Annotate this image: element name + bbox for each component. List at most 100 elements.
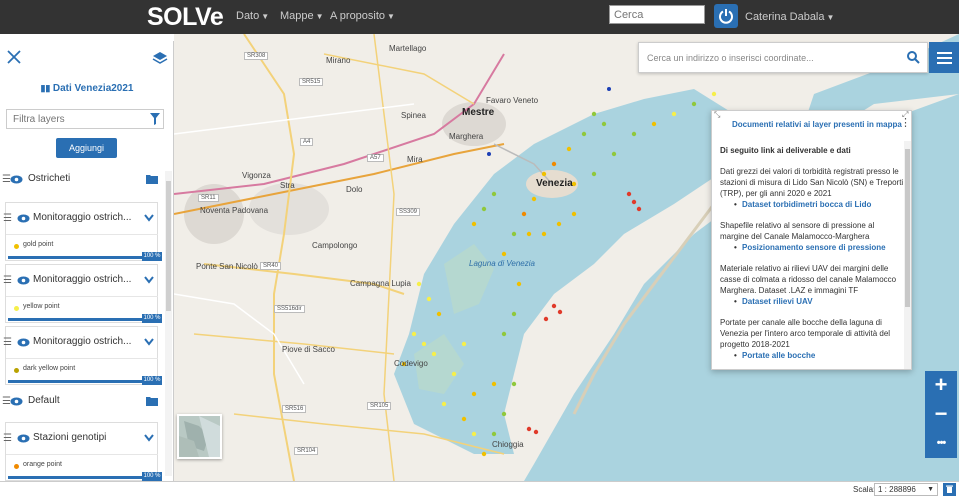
legend-swatch <box>14 244 19 249</box>
legend-label: gold point <box>23 241 54 248</box>
layer-item[interactable]: ☰ Stazioni genotipi orange point 100 % <box>3 422 162 481</box>
chevron-down-icon[interactable] <box>144 276 154 284</box>
chevron-down-icon: ▼ <box>927 486 934 493</box>
place-label: Ponte San Nicolò <box>196 262 258 271</box>
close-icon[interactable] <box>6 49 22 65</box>
drag-handle-icon[interactable]: ☰ <box>3 433 12 444</box>
opacity-slider[interactable] <box>8 476 146 479</box>
scrollbar-thumb[interactable] <box>905 149 910 307</box>
chevron-down-icon: ▼ <box>826 13 835 22</box>
zoom-out-button[interactable]: − <box>925 400 957 429</box>
place-label: Favaro Veneto <box>486 96 539 105</box>
scale-select[interactable]: 1 : 288896 ▼ <box>874 483 938 496</box>
scale-value: 1 : 288896 <box>878 485 916 494</box>
address-search-input[interactable]: Cerca un indirizzo o inserisci coordinat… <box>638 42 928 73</box>
filter-layers-input[interactable] <box>6 109 164 129</box>
opacity-slider[interactable] <box>8 318 146 321</box>
sidebar-scrollbar[interactable] <box>165 171 172 476</box>
layer-item[interactable]: ☰ Monitoraggio ostrich... dark yellow po… <box>3 326 162 385</box>
filter-icon[interactable] <box>150 113 160 125</box>
document-description: Dati grezzi dei valori di torbidità regi… <box>720 167 904 198</box>
chart-icon: ▮▮ <box>40 83 53 93</box>
lagoon-label: Laguna di Venezia <box>469 259 535 268</box>
background-switcher[interactable] <box>177 414 222 459</box>
menu-icon-bar <box>936 61 952 64</box>
folder-icon[interactable] <box>146 174 158 184</box>
document-link[interactable]: Dataset rilievi UAV <box>720 296 905 307</box>
top-search-input[interactable] <box>609 5 705 24</box>
document-link[interactable]: Portate alle bocche <box>720 350 905 361</box>
chevron-down-icon[interactable] <box>144 214 154 222</box>
chevron-down-icon[interactable] <box>144 434 154 442</box>
drag-handle-icon[interactable]: ☰ <box>3 275 12 286</box>
eye-icon[interactable] <box>17 338 30 347</box>
chevron-down-icon[interactable] <box>144 338 154 346</box>
eye-icon[interactable] <box>17 276 30 285</box>
layer-group-default[interactable]: ☰ Default <box>0 391 166 413</box>
nav-dato[interactable]: Dato ▼ <box>236 10 269 22</box>
layer-item[interactable]: ☰ Monitoraggio ostrich... yellow point 1… <box>3 264 162 323</box>
menu-icon-bar <box>936 51 952 54</box>
layers-icon[interactable] <box>152 50 168 66</box>
legend-swatch <box>14 464 19 469</box>
layer-item[interactable]: ☰ Monitoraggio ostrich... gold point 100… <box>3 202 162 261</box>
eye-icon[interactable] <box>10 175 23 184</box>
login-power-button[interactable] <box>714 4 738 28</box>
place-label: Venezia <box>536 178 573 189</box>
divider <box>6 296 158 297</box>
place-label: Mira <box>407 155 423 164</box>
layer-group-ostricheti[interactable]: ☰ Ostricheti <box>0 169 166 191</box>
scrollbar-thumb[interactable] <box>166 181 171 311</box>
map-title: ▮▮ Dati Venezia2021 <box>0 83 174 94</box>
documents-heading: Di seguito link ai deliverable e dati <box>720 146 851 155</box>
document-link[interactable]: Posizionamento sensore di pressione <box>720 242 905 253</box>
satellite-thumbnail <box>179 416 220 457</box>
nav-a-proposito-label: A proposito <box>330 10 386 22</box>
document-description: Shapefile relativo al sensore di pressio… <box>720 221 875 241</box>
nav-a-proposito[interactable]: A proposito ▼ <box>330 10 395 22</box>
road-label: SR105 <box>367 402 392 410</box>
layers-sidebar: ▮▮ Dati Venezia2021 Aggiungi Livello ☰ O… <box>0 41 174 481</box>
documents-scrollbar[interactable] <box>904 141 911 369</box>
chevron-down-icon: ▼ <box>387 12 395 21</box>
more-vertical-icon[interactable]: ⋮ <box>900 116 911 129</box>
road-label: SS309 <box>396 208 421 216</box>
address-search-placeholder: Cerca un indirizzo o inserisci coordinat… <box>647 53 814 63</box>
divider <box>6 358 158 359</box>
legend-label: dark yellow point <box>23 365 76 372</box>
power-icon <box>719 9 733 24</box>
zoom-in-button[interactable]: + <box>925 371 957 400</box>
place-label: Dolo <box>346 185 363 194</box>
eye-icon[interactable] <box>10 397 23 406</box>
resize-icon[interactable]: ⤡ <box>714 111 720 120</box>
group-name: Ostricheti <box>28 173 71 184</box>
eye-icon[interactable] <box>17 214 30 223</box>
add-layer-button[interactable]: Aggiungi Livello <box>56 138 117 173</box>
user-menu[interactable]: Caterina Dabala ▼ <box>745 11 834 23</box>
road-label: A4 <box>300 138 314 146</box>
nav-dato-label: Dato <box>236 10 260 22</box>
app-logo[interactable]: SOLVe <box>147 3 224 32</box>
road-label: SS516dir <box>274 305 305 313</box>
document-link[interactable]: Dataset torbidimetri bocca di Lido <box>720 199 905 210</box>
opacity-slider[interactable] <box>8 256 146 259</box>
place-label: Noventa Padovana <box>200 206 269 215</box>
drag-handle-icon[interactable]: ☰ <box>3 213 12 224</box>
divider <box>6 234 158 235</box>
eye-icon[interactable] <box>17 434 30 443</box>
folder-icon[interactable] <box>146 396 158 406</box>
nav-mappe[interactable]: Mappe ▼ <box>280 10 324 22</box>
road-label: SR308 <box>244 52 269 60</box>
search-icon[interactable] <box>907 51 920 64</box>
user-name: Caterina Dabala <box>745 11 825 23</box>
more-tools-button[interactable]: ••• <box>925 429 957 458</box>
place-label: Mirano <box>326 56 351 65</box>
legend-swatch <box>14 306 19 311</box>
trash-icon[interactable] <box>943 483 956 496</box>
document-entry: Materiale relativo ai rilievi UAV dei ma… <box>720 263 905 307</box>
drag-handle-icon[interactable]: ☰ <box>3 337 12 348</box>
opacity-slider[interactable] <box>8 380 146 383</box>
place-label: Campolongo <box>312 241 358 250</box>
document-entry: Shapefile relativo al sensore di pressio… <box>720 220 905 253</box>
hamburger-menu-button[interactable] <box>929 42 959 73</box>
